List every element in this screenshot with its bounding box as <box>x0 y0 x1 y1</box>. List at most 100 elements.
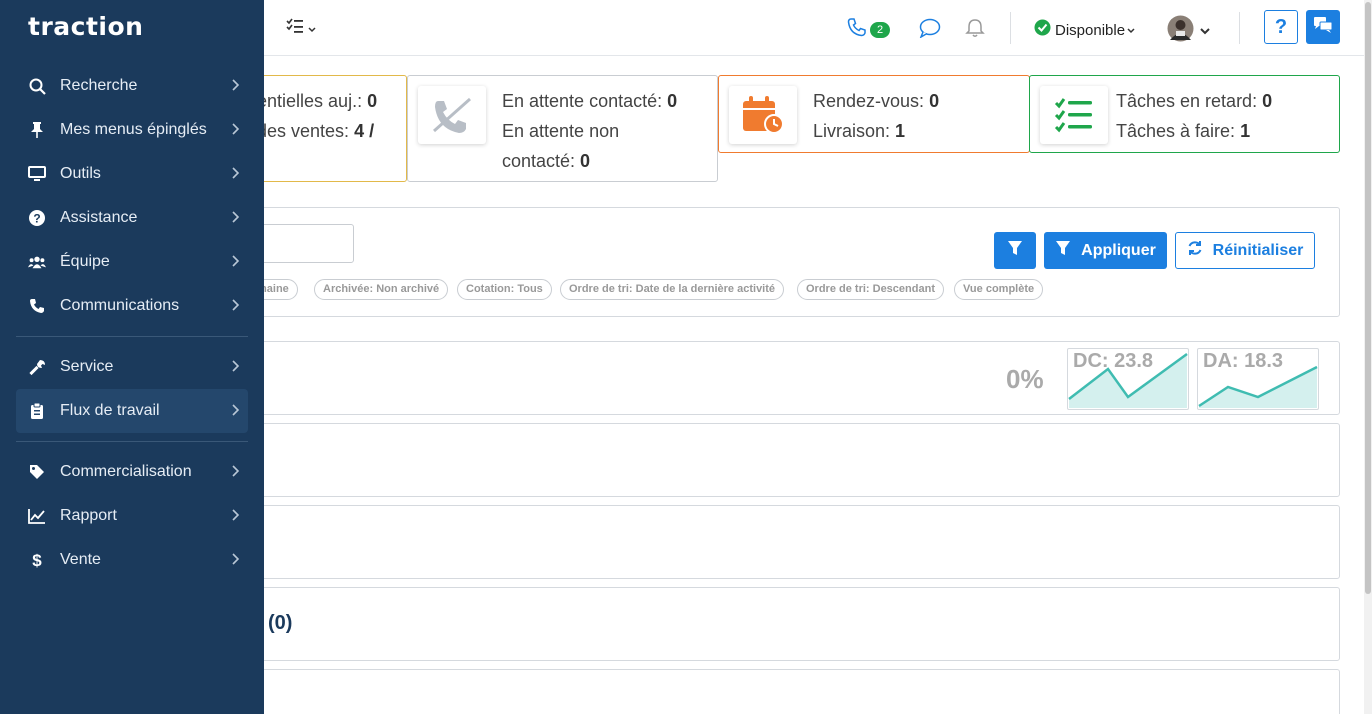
card-label: entielles auj.: <box>257 91 368 111</box>
chat-icon-button[interactable] <box>919 18 941 43</box>
phone-icon <box>847 17 867 42</box>
question-circle-icon: ? <box>28 209 46 227</box>
sidebar-item-flux[interactable]: Flux de travail <box>16 389 248 433</box>
card-label: des ventes: <box>257 121 355 141</box>
stat-card-waiting[interactable]: En attente contacté: 0 En attente non co… <box>407 75 718 182</box>
sidebar-item-communications[interactable]: Communications <box>16 284 248 328</box>
help-button[interactable]: ? <box>1264 10 1298 44</box>
chevron-right-icon <box>232 464 240 482</box>
section-panel[interactable] <box>210 587 1340 661</box>
dollar-icon: $ <box>28 551 46 569</box>
sidebar-item-label: Assistance <box>60 209 138 226</box>
conversion-percent: 0% <box>1006 364 1044 394</box>
filter-pill[interactable]: Ordre de tri: Descendant <box>797 279 944 300</box>
chevron-right-icon <box>232 210 240 228</box>
chevron-right-icon <box>232 508 240 526</box>
card-label: En attente non <box>502 121 620 141</box>
messages-button[interactable] <box>1306 10 1340 44</box>
task-list-dropdown[interactable] <box>286 18 316 39</box>
apply-button[interactable]: Appliquer <box>1044 232 1167 269</box>
chevron-down-icon <box>308 20 316 38</box>
messages-icon <box>1313 16 1333 39</box>
checklist-icon <box>286 18 304 39</box>
sidebar-item-service[interactable]: Service <box>16 345 248 389</box>
chevron-right-icon <box>232 403 240 421</box>
reset-label: Réinitialiser <box>1212 241 1304 259</box>
scrollbar-thumb[interactable] <box>1365 2 1371 594</box>
help-label: ? <box>1274 15 1288 38</box>
chevron-right-icon <box>232 298 240 316</box>
chevron-right-icon <box>232 78 240 96</box>
missed-call-icon <box>418 86 486 144</box>
sidebar-item-label: Service <box>60 358 114 375</box>
filter-icon <box>1007 240 1023 261</box>
card-value: 0 <box>1262 91 1273 111</box>
sidebar-item-rapport[interactable]: Rapport <box>16 494 248 538</box>
sidebar-item-label: Commercialisation <box>60 463 192 480</box>
calls-button[interactable]: 2 <box>847 17 891 42</box>
card-label: En attente contacté: <box>502 91 668 111</box>
check-circle-icon <box>1034 19 1051 41</box>
sidebar-item-label: Rapport <box>60 507 117 524</box>
scrollbar[interactable] <box>1364 0 1372 714</box>
sidebar-item-assistance[interactable]: ? Assistance <box>16 196 248 240</box>
chevron-right-icon <box>232 359 240 377</box>
section-panel[interactable] <box>210 423 1340 497</box>
card-value: 1 <box>895 121 906 141</box>
stat-card-appointments[interactable]: Rendez-vous: 0 Livraison: 1 <box>718 75 1030 153</box>
sidebar-item-recherche[interactable]: Recherche <box>16 64 248 108</box>
da-label: DA: 18.3 <box>1203 350 1284 372</box>
filter-pill[interactable]: Archivée: Non archivé <box>314 279 449 300</box>
stat-card-tasks[interactable]: Tâches en retard: 0 Tâches à faire: 1 <box>1029 75 1340 153</box>
clipboard-icon <box>28 402 46 420</box>
sidebar-item-pinned[interactable]: Mes menus épinglés <box>16 108 248 152</box>
sidebar-item-vente[interactable]: $ Vente <box>16 538 248 582</box>
filter-pill[interactable]: Cotation: Tous <box>457 279 552 300</box>
sidebar-item-outils[interactable]: Outils <box>16 152 248 196</box>
phone-icon <box>28 297 46 315</box>
reset-button[interactable]: Réinitialiser <box>1175 232 1315 269</box>
pin-icon <box>28 121 46 139</box>
filter-pill[interactable]: Vue complète <box>954 279 1044 300</box>
refresh-icon <box>1187 240 1203 261</box>
wrench-icon <box>28 358 46 376</box>
chevron-right-icon <box>232 166 240 184</box>
da-sparkline: DA: 18.3 <box>1197 348 1319 410</box>
app-logo[interactable]: traction <box>28 12 143 41</box>
chevron-right-icon <box>232 254 240 272</box>
avatar <box>1167 15 1194 47</box>
user-menu[interactable] <box>1167 15 1210 47</box>
chevron-right-icon <box>232 122 240 140</box>
header-divider <box>1010 12 1011 44</box>
card-value: 0 <box>580 151 591 171</box>
line-chart-icon <box>28 507 46 525</box>
filter-pill[interactable]: Ordre de tri: Date de la dernière activi… <box>560 279 785 300</box>
svg-text:?: ? <box>33 212 40 226</box>
section-panel[interactable] <box>210 669 1340 714</box>
menu-divider <box>16 336 248 337</box>
card-value: 0 <box>667 91 678 111</box>
card-label: Rendez-vous: <box>813 91 930 111</box>
filter-icon <box>1055 240 1071 261</box>
tag-icon <box>28 463 46 481</box>
sidebar-item-label: Communications <box>60 297 180 314</box>
card-label: Livraison: <box>813 121 896 141</box>
status-label: Disponible <box>1055 21 1126 39</box>
users-icon <box>28 253 46 271</box>
svg-text:$: $ <box>32 551 42 569</box>
section-count: (0) <box>268 612 293 634</box>
chevron-right-icon <box>232 552 240 570</box>
sidebar-item-commercialisation[interactable]: Commercialisation <box>16 450 248 494</box>
notifications-button[interactable] <box>965 18 985 43</box>
chat-bubble-icon <box>919 18 941 43</box>
filter-button[interactable] <box>994 232 1036 269</box>
card-value: 0 <box>367 91 378 111</box>
sidebar-item-equipe[interactable]: Équipe <box>16 240 248 284</box>
sidebar-menu: Recherche Mes menus épinglés Outils ? As… <box>16 64 248 582</box>
calendar-clock-icon <box>729 86 797 144</box>
chevron-down-icon <box>1127 21 1135 39</box>
section-panel[interactable] <box>210 505 1340 579</box>
dc-sparkline: DC: 23.8 <box>1067 348 1189 410</box>
status-dropdown[interactable]: Disponible <box>1034 19 1135 41</box>
sidebar-item-label: Recherche <box>60 77 138 94</box>
